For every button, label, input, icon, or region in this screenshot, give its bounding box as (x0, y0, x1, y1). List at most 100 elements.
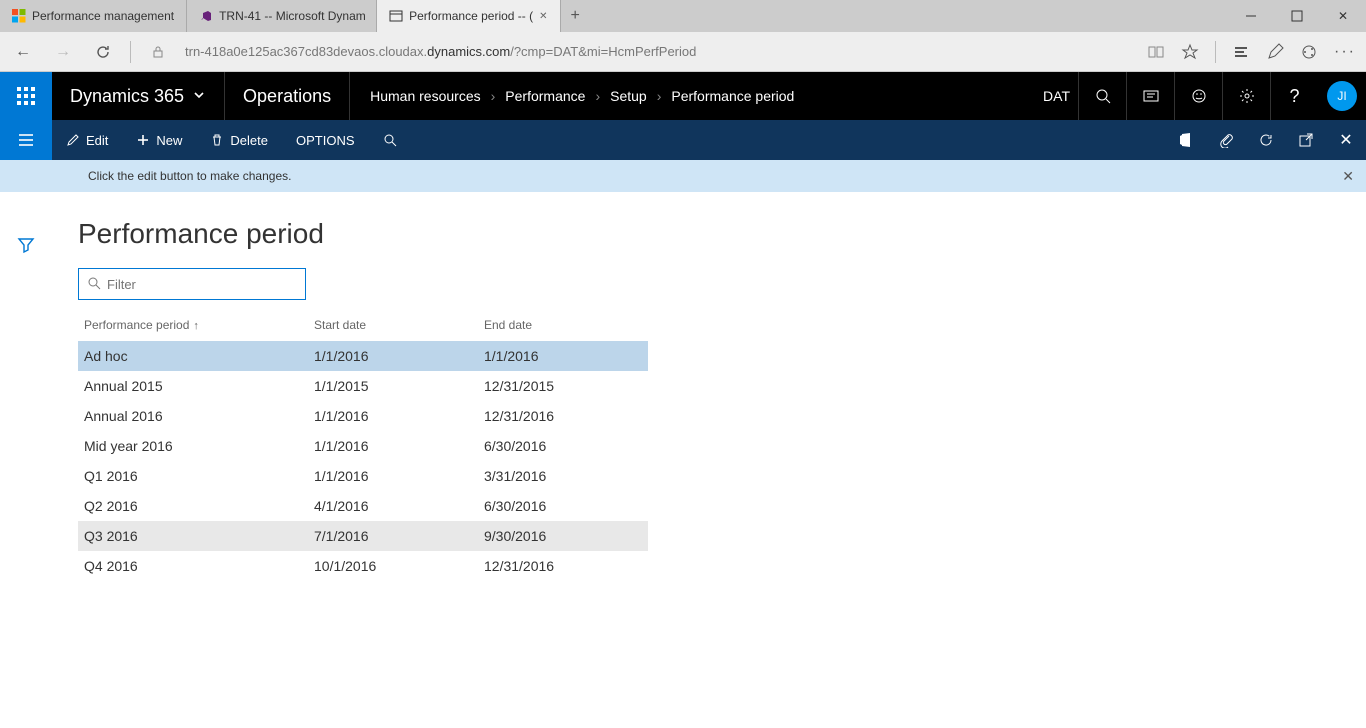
lock-icon (145, 39, 171, 65)
left-rail (0, 192, 52, 728)
ms-logo-icon (12, 9, 26, 23)
table-row[interactable]: Mid year 20161/1/20166/30/2016 (78, 431, 648, 461)
cell-end: 3/31/2016 (478, 461, 648, 491)
messages-button[interactable] (1126, 72, 1174, 120)
chevron-right-icon: › (491, 88, 496, 104)
address-bar: ← → trn-418a0e125ac367cd83devaos.cloudax… (0, 32, 1366, 72)
tab-label: TRN-41 -- Microsoft Dynam (219, 9, 366, 23)
company-button[interactable]: DAT (1035, 72, 1078, 120)
table-row[interactable]: Q3 20167/1/20169/30/2016 (78, 521, 648, 551)
breadcrumb-item[interactable]: Human resources (370, 88, 481, 104)
cell-start: 4/1/2016 (308, 491, 478, 521)
office-button[interactable] (1166, 130, 1206, 150)
user-avatar[interactable]: JI (1318, 72, 1366, 120)
notes-icon[interactable] (1266, 43, 1284, 61)
tab-label: Performance period -- ( (409, 9, 533, 23)
edit-button[interactable]: Edit (52, 120, 122, 160)
breadcrumb-item[interactable]: Performance (505, 88, 585, 104)
cell-period: Q3 2016 (78, 521, 308, 551)
maximize-button[interactable] (1274, 0, 1320, 32)
global-nav: Dynamics 365 Operations Human resources … (0, 72, 1366, 120)
message-text: Click the edit button to make changes. (88, 169, 291, 183)
attach-button[interactable] (1206, 130, 1246, 150)
delete-button[interactable]: Delete (196, 120, 282, 160)
message-bar: Click the edit button to make changes. ✕ (0, 160, 1366, 192)
window-icon (389, 9, 403, 23)
reading-view-icon[interactable] (1147, 43, 1165, 61)
separator (130, 41, 131, 63)
grid: Performance period↑ Start date End date … (78, 310, 648, 581)
forward-button[interactable]: → (50, 39, 76, 65)
table-row[interactable]: Q2 20164/1/20166/30/2016 (78, 491, 648, 521)
close-window-button[interactable]: ✕ (1320, 0, 1366, 32)
cell-end: 12/31/2016 (478, 551, 648, 581)
page-content: Performance period Performance period↑ S… (52, 192, 1366, 728)
cell-start: 1/1/2016 (308, 341, 478, 372)
browser-tab[interactable]: TRN-41 -- Microsoft Dynam (187, 0, 377, 32)
options-button[interactable]: OPTIONS (282, 120, 369, 160)
back-button[interactable]: ← (10, 39, 36, 65)
browser-tab[interactable]: Performance management (0, 0, 187, 32)
hub-icon[interactable] (1232, 43, 1250, 61)
filter-pane-button[interactable] (17, 236, 35, 257)
help-button[interactable]: ? (1270, 72, 1318, 120)
popout-button[interactable] (1286, 130, 1326, 150)
close-page-button[interactable]: ✕ (1326, 130, 1366, 150)
table-row[interactable]: Ad hoc1/1/20161/1/2016 (78, 341, 648, 372)
table-row[interactable]: Q1 20161/1/20163/31/2016 (78, 461, 648, 491)
vsts-icon (199, 9, 213, 23)
workspace-label[interactable]: Operations (225, 72, 350, 120)
new-button[interactable]: New (122, 120, 196, 160)
cell-end: 6/30/2016 (478, 491, 648, 521)
table-row[interactable]: Q4 201610/1/201612/31/2016 (78, 551, 648, 581)
cell-end: 6/30/2016 (478, 431, 648, 461)
minimize-button[interactable] (1228, 0, 1274, 32)
table-row[interactable]: Annual 20161/1/201612/31/2016 (78, 401, 648, 431)
cell-period: Mid year 2016 (78, 431, 308, 461)
filter-input-wrapper[interactable] (78, 268, 306, 300)
close-tab-icon[interactable]: ✕ (539, 11, 547, 22)
more-icon[interactable]: ··· (1334, 43, 1356, 61)
browser-tab[interactable]: Performance period -- ( ✕ (377, 0, 560, 32)
chevron-down-icon (192, 86, 206, 107)
breadcrumb: Human resources › Performance › Setup › … (350, 88, 814, 104)
tab-label: Performance management (32, 9, 174, 23)
cell-start: 1/1/2016 (308, 461, 478, 491)
cell-start: 1/1/2016 (308, 431, 478, 461)
trash-icon (210, 133, 224, 147)
sort-asc-icon: ↑ (193, 320, 199, 332)
filter-input[interactable] (107, 277, 297, 292)
breadcrumb-item[interactable]: Setup (610, 88, 647, 104)
column-header[interactable]: Performance period↑ (78, 310, 308, 341)
close-message-button[interactable]: ✕ (1342, 168, 1354, 185)
cell-end: 1/1/2016 (478, 341, 648, 372)
new-tab-button[interactable]: + (561, 7, 590, 25)
pencil-icon (66, 133, 80, 147)
smiley-button[interactable] (1174, 72, 1222, 120)
page-title: Performance period (78, 218, 1340, 250)
browser-tab-strip: Performance management TRN-41 -- Microso… (0, 0, 1366, 32)
settings-button[interactable] (1222, 72, 1270, 120)
column-header[interactable]: End date (478, 310, 648, 341)
cell-end: 12/31/2016 (478, 401, 648, 431)
app-launcher[interactable] (0, 72, 52, 120)
column-header[interactable]: Start date (308, 310, 478, 341)
refresh-button[interactable] (90, 39, 116, 65)
action-pane: Edit New Delete OPTIONS ✕ (0, 120, 1366, 160)
find-button[interactable] (369, 120, 411, 160)
separator (1215, 41, 1216, 63)
cell-period: Q1 2016 (78, 461, 308, 491)
breadcrumb-item: Performance period (671, 88, 794, 104)
url-text[interactable]: trn-418a0e125ac367cd83devaos.cloudax.dyn… (185, 44, 1133, 59)
cell-end: 9/30/2016 (478, 521, 648, 551)
cell-period: Q4 2016 (78, 551, 308, 581)
cell-end: 12/31/2015 (478, 371, 648, 401)
favorite-icon[interactable] (1181, 43, 1199, 61)
table-row[interactable]: Annual 20151/1/201512/31/2015 (78, 371, 648, 401)
refresh-page-button[interactable] (1246, 130, 1286, 150)
search-button[interactable] (1078, 72, 1126, 120)
navigation-toggle[interactable] (0, 120, 52, 160)
share-icon[interactable] (1300, 43, 1318, 61)
cell-period: Q2 2016 (78, 491, 308, 521)
brand-dropdown[interactable]: Dynamics 365 (52, 72, 225, 120)
